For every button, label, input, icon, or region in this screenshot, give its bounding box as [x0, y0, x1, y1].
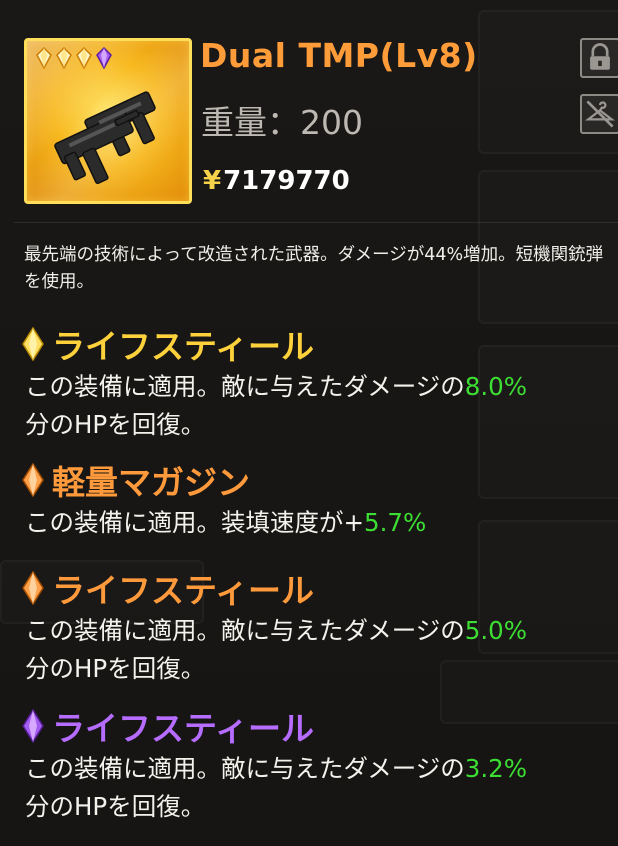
perk-value: 3.2%: [464, 754, 528, 783]
perk-gem-yellow-icon: [22, 327, 44, 361]
item-description: 最先端の技術によって改造された武器。ダメージが44%増加。短機関銃弾を使用。: [24, 245, 604, 292]
divider: [14, 222, 618, 223]
perk-title: ライフスティール: [52, 327, 315, 366]
rarity-gem-icon: [96, 47, 112, 69]
perk-1: ライフスティール この装備に適用。敵に与えたダメージの8.0% 分のHPを回復。: [22, 320, 618, 444]
rarity-gem-icon: [36, 47, 52, 69]
hanger-slash-icon: [584, 100, 616, 128]
perk-3: ライフスティール この装備に適用。敵に与えたダメージの5.0% 分のHPを回復。: [22, 564, 618, 688]
perk-value: 5.0%: [464, 616, 528, 645]
dual-tmp-weapon-icon: [54, 91, 156, 185]
yen-symbol: ¥: [203, 166, 222, 196]
perk-gem-orange-icon: [22, 463, 44, 497]
perk-gem-orange-icon: [22, 571, 44, 605]
perk-value: 5.7%: [364, 508, 427, 537]
lock-button[interactable]: [580, 38, 618, 78]
perk-2: 軽量マガジン この装備に適用。装填速度が+5.7%: [22, 456, 618, 542]
rarity-gem-icon: [56, 47, 72, 69]
perk-description: この装備に適用。敵に与えたダメージの3.2% 分のHPを回復。: [25, 754, 528, 821]
perk-4: ライフスティール この装備に適用。敵に与えたダメージの3.2% 分のHPを回復。: [22, 702, 618, 826]
item-weight: 重量：200: [201, 96, 363, 144]
perk-title: ライフスティール: [52, 709, 315, 748]
perk-description: この装備に適用。敵に与えたダメージの8.0% 分のHPを回復。: [25, 372, 528, 439]
perk-title: 軽量マガジン: [52, 463, 250, 502]
item-icon-card: [24, 38, 192, 204]
weight-label: 重量：: [201, 103, 300, 142]
perk-gem-purple-icon: [22, 709, 44, 743]
perk-description: この装備に適用。装填速度が+5.7%: [25, 508, 427, 537]
item-name: Dual TMP(Lv8): [200, 36, 478, 75]
perk-value: 8.0%: [464, 372, 528, 401]
perk-title: ライフスティール: [52, 571, 315, 610]
rarity-gem-icon: [76, 47, 92, 69]
item-price: ¥7179770: [203, 166, 350, 196]
rarity-gems: [35, 47, 113, 69]
lock-icon: [590, 43, 610, 70]
perk-description: この装備に適用。敵に与えたダメージの5.0% 分のHPを回復。: [25, 616, 528, 683]
unequip-button[interactable]: [580, 94, 618, 134]
weight-value: 200: [300, 103, 363, 142]
price-value: 7179770: [223, 166, 350, 196]
